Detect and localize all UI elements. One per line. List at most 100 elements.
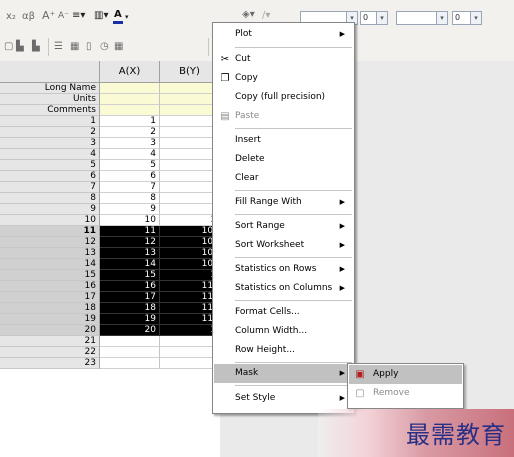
cell-a[interactable]: 20 (100, 325, 160, 336)
row-header[interactable]: 1 (0, 116, 100, 127)
meta-cell[interactable] (160, 83, 220, 94)
corner-cell[interactable] (0, 61, 100, 83)
menu-item-delete[interactable]: Delete (214, 150, 353, 169)
cell-a[interactable]: 14 (100, 259, 160, 270)
row-header[interactable]: 7 (0, 182, 100, 193)
cell-a[interactable]: 3 (100, 138, 160, 149)
menu-item-insert[interactable]: Insert (214, 131, 353, 150)
cell-b[interactable]: 11. (160, 303, 220, 314)
border-size-combo[interactable]: 0 ▾ (452, 11, 482, 25)
cell-a[interactable]: 5 (100, 160, 160, 171)
cell-a[interactable]: 1 (100, 116, 160, 127)
cell-b[interactable] (160, 193, 220, 204)
cell-b[interactable]: 11. (160, 292, 220, 303)
cell-b[interactable]: 10. (160, 248, 220, 259)
cell-b[interactable] (160, 127, 220, 138)
border-style-combo[interactable]: ▾ (396, 11, 448, 25)
line-color-icon[interactable]: ∕▾ (262, 10, 270, 22)
cell-b[interactable] (160, 116, 220, 127)
cell-a[interactable]: 16 (100, 281, 160, 292)
cell-b[interactable] (160, 138, 220, 149)
menu-item-mask[interactable]: Mask ▶ (214, 364, 353, 383)
row-header[interactable]: 20 (0, 325, 100, 336)
menu-item-paste[interactable]: ▤ Paste (214, 107, 353, 126)
cell-a[interactable]: 15 (100, 270, 160, 281)
cell-a[interactable]: 18 (100, 303, 160, 314)
menu-item-copy-full-precision[interactable]: Copy (full precision) (214, 88, 353, 107)
menu-item-set-style[interactable]: Set Style ▶ (214, 389, 353, 408)
cell-b[interactable]: 1 (160, 270, 220, 281)
menu-item-clear[interactable]: Clear (214, 169, 353, 188)
row-header[interactable]: 3 (0, 138, 100, 149)
column-header-a[interactable]: A(X) (100, 61, 160, 83)
clock-icon[interactable]: ◷ (100, 41, 109, 53)
cell-a[interactable]: 17 (100, 292, 160, 303)
cell-a[interactable]: 19 (100, 314, 160, 325)
row-header[interactable]: 4 (0, 149, 100, 160)
row-header[interactable]: Units (0, 94, 100, 105)
cell-a[interactable]: 11 (100, 226, 160, 237)
row-header[interactable]: 14 (0, 259, 100, 270)
cell-a[interactable]: 8 (100, 193, 160, 204)
worksheet-icon[interactable]: ▢ (4, 41, 13, 53)
cell-a[interactable] (100, 347, 160, 358)
cell-b[interactable]: 10. (160, 226, 220, 237)
grid-icon[interactable]: ▦ (114, 41, 123, 53)
menu-item-sort-range[interactable]: Sort Range ▶ (214, 217, 353, 236)
cell-b[interactable]: 1 (160, 325, 220, 336)
row-header[interactable]: Comments (0, 105, 100, 116)
cell-a[interactable]: 12 (100, 237, 160, 248)
font-color-dropdown-icon[interactable]: ▾ (125, 11, 129, 23)
menu-item-row-height[interactable]: Row Height... (214, 341, 353, 360)
cell-b[interactable] (160, 358, 220, 369)
align-icon[interactable]: ≡▾ (72, 10, 85, 22)
row-header[interactable]: 21 (0, 336, 100, 347)
menu-item-stats-columns[interactable]: Statistics on Columns ▶ (214, 279, 353, 298)
stacked-chart-icon[interactable]: ▙ (32, 41, 40, 53)
row-header[interactable]: 12 (0, 237, 100, 248)
row-header[interactable]: 15 (0, 270, 100, 281)
fill-color-icon[interactable]: ◈▾ (242, 9, 255, 21)
row-header[interactable]: 8 (0, 193, 100, 204)
subscript-icon[interactable]: x₂ (6, 11, 16, 23)
row-header[interactable]: 19 (0, 314, 100, 325)
cell-b[interactable] (160, 160, 220, 171)
column-header-b[interactable]: B(Y) (160, 61, 220, 83)
cell-b[interactable] (160, 149, 220, 160)
cell-a[interactable]: 7 (100, 182, 160, 193)
chevron-down-icon[interactable]: ▾ (376, 12, 387, 24)
font-color-icon[interactable]: A (114, 9, 122, 21)
row-header[interactable]: 16 (0, 281, 100, 292)
cell-a[interactable]: 9 (100, 204, 160, 215)
row-header[interactable]: 10 (0, 215, 100, 226)
chevron-down-icon[interactable]: ▾ (436, 12, 447, 24)
row-header[interactable]: 2 (0, 127, 100, 138)
cell-a[interactable] (100, 358, 160, 369)
row-header[interactable]: 22 (0, 347, 100, 358)
cell-b[interactable] (160, 336, 220, 347)
row-header[interactable]: 23 (0, 358, 100, 369)
line-size-combo[interactable]: 0 ▾ (360, 11, 388, 25)
cell-b[interactable] (160, 182, 220, 193)
cell-a[interactable]: 13 (100, 248, 160, 259)
meta-cell[interactable] (160, 94, 220, 105)
menu-item-sort-worksheet[interactable]: Sort Worksheet ▶ (214, 236, 353, 255)
menu-item-cut[interactable]: ✂ Cut (214, 50, 353, 69)
cell-b[interactable]: 11. (160, 314, 220, 325)
row-header[interactable]: 17 (0, 292, 100, 303)
row-header[interactable]: 5 (0, 160, 100, 171)
pattern-icon[interactable]: ▥▾ (94, 10, 108, 22)
cell-b[interactable] (160, 347, 220, 358)
menu-item-format-cells[interactable]: Format Cells... (214, 303, 353, 322)
cell-b[interactable]: 10. (160, 259, 220, 270)
meta-cell[interactable] (160, 105, 220, 116)
column-chart-icon[interactable]: ▙ (16, 41, 24, 53)
meta-cell[interactable] (100, 105, 160, 116)
menu-item-copy[interactable]: ❐ Copy (214, 69, 353, 88)
row-header[interactable]: 9 (0, 204, 100, 215)
column-icon[interactable]: ▯ (86, 41, 92, 53)
cell-a[interactable] (100, 336, 160, 347)
menu-item-plot[interactable]: Plot ▶ (214, 25, 353, 44)
cell-b[interactable] (160, 204, 220, 215)
cell-a[interactable]: 4 (100, 149, 160, 160)
